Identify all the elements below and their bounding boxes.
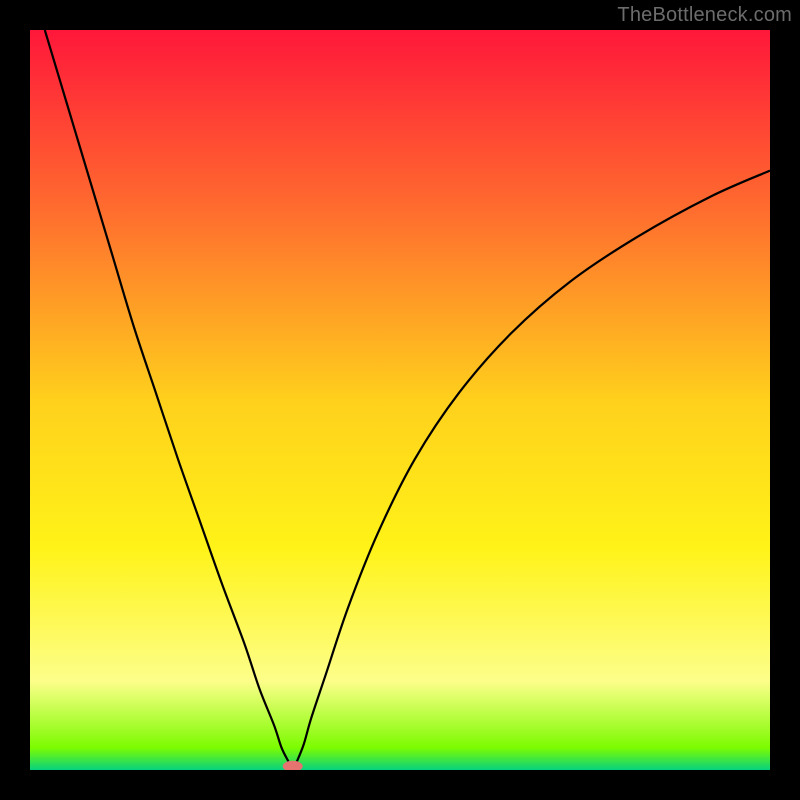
chart-frame: TheBottleneck.com — [0, 0, 800, 800]
bottleneck-chart — [30, 30, 770, 770]
gradient-background — [30, 30, 770, 770]
plot-area — [30, 30, 770, 770]
watermark-text: TheBottleneck.com — [617, 4, 792, 27]
